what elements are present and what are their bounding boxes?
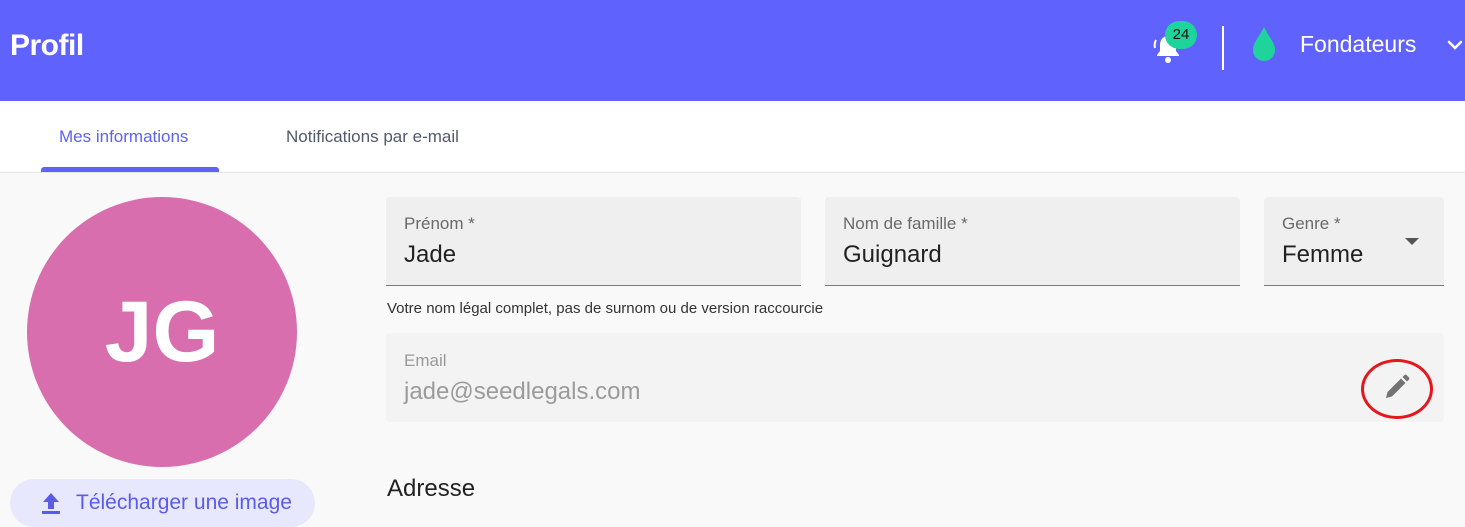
- last-name-value[interactable]: Guignard: [843, 241, 942, 269]
- email-field: Email jade@seedlegals.com: [386, 333, 1444, 422]
- tab-mes-informations[interactable]: Mes informations: [59, 101, 188, 172]
- first-name-field[interactable]: Prénom * Jade: [386, 197, 801, 286]
- active-tab-indicator: [41, 167, 219, 172]
- address-section-title: Adresse: [387, 475, 476, 502]
- upload-image-button[interactable]: Télécharger une image: [10, 479, 315, 527]
- profile-tabs: Mes informations Notifications par e-mai…: [0, 101, 1465, 173]
- company-switcher-label[interactable]: Fondateurs: [1300, 31, 1416, 58]
- chevron-down-icon[interactable]: [1444, 34, 1465, 56]
- dropdown-caret-icon[interactable]: [1405, 238, 1419, 245]
- upload-icon: [42, 493, 60, 514]
- first-name-label: Prénom *: [404, 214, 475, 233]
- gender-value[interactable]: Femme: [1282, 241, 1363, 269]
- first-name-value[interactable]: Jade: [404, 241, 456, 269]
- header-divider: [1222, 26, 1224, 70]
- email-label: Email: [404, 351, 447, 370]
- tab-notifications-email[interactable]: Notifications par e-mail: [286, 101, 459, 172]
- upload-image-label: Télécharger une image: [76, 491, 292, 514]
- last-name-field[interactable]: Nom de famille * Guignard: [825, 197, 1240, 286]
- notification-badge: 24: [1165, 21, 1197, 49]
- gender-label: Genre *: [1282, 214, 1341, 233]
- avatar: JG: [27, 197, 297, 467]
- top-bar: Profil 24 Fondateurs: [0, 0, 1465, 101]
- name-helper-text: Votre nom légal complet, pas de surnom o…: [387, 300, 824, 317]
- drop-logo-icon: [1249, 25, 1279, 63]
- last-name-label: Nom de famille *: [843, 214, 968, 233]
- highlight-ring: [1361, 359, 1433, 419]
- email-value: jade@seedlegals.com: [404, 378, 641, 405]
- page-title: Profil: [10, 29, 84, 62]
